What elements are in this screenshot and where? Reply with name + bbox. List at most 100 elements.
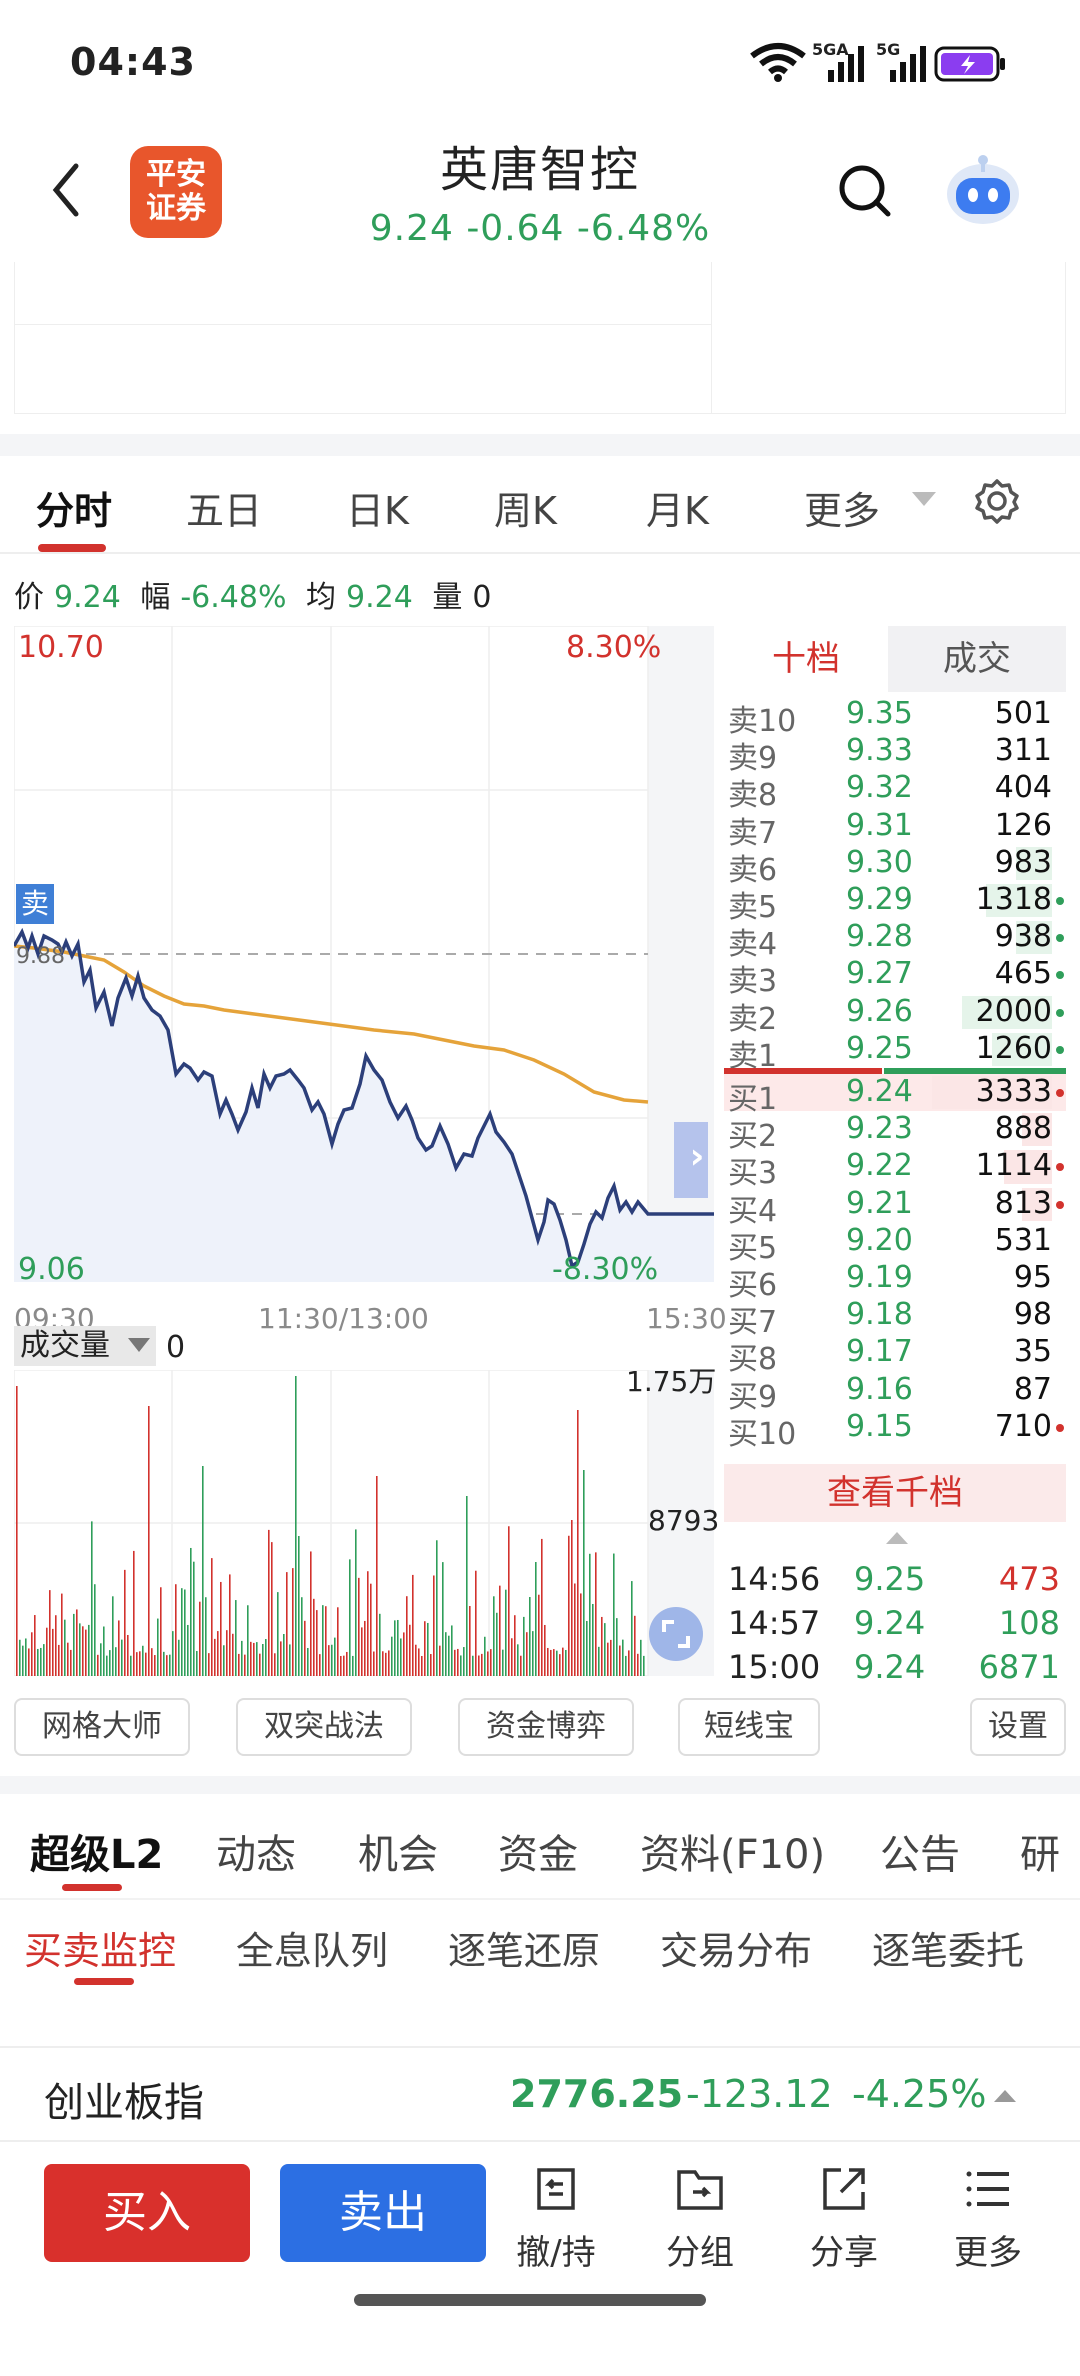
sell-level-row[interactable]: 卖4 9.28 938 <box>724 919 1066 962</box>
buy-level-price: 9.17 <box>846 1334 913 1370</box>
robot-assistant-icon[interactable] <box>940 152 1026 228</box>
chevron-down-icon <box>128 1338 150 1352</box>
tab-intraday[interactable]: 分时 <box>36 480 112 535</box>
tab-weekly-k[interactable]: 周K <box>494 480 557 535</box>
short-term-button[interactable]: 短线宝 <box>678 1698 820 1756</box>
sell-level-row[interactable]: 卖1 9.25 1260 <box>724 1031 1066 1074</box>
sell-level-qty: 501 <box>994 696 1052 731</box>
double-breakout-button[interactable]: 双突战法 <box>236 1698 412 1756</box>
tools-settings-button[interactable]: 设置 <box>970 1698 1066 1756</box>
volume-bar <box>40 1647 42 1676</box>
tab-dynamics[interactable]: 动态 <box>216 1822 296 1880</box>
subtab-tick-replay[interactable]: 逐笔还原 <box>448 1920 600 1975</box>
subtab-trade-distribution[interactable]: 交易分布 <box>660 1920 812 1975</box>
volume-bar <box>148 1406 150 1676</box>
trade-qty: 6871 <box>978 1648 1060 1686</box>
subtab-order-queue[interactable]: 全息队列 <box>236 1920 388 1975</box>
volume-bar <box>448 1635 450 1676</box>
volume-bar <box>31 1632 33 1676</box>
tab-trades[interactable]: 成交 <box>888 626 1066 692</box>
tab-announcements[interactable]: 公告 <box>880 1822 960 1880</box>
buy-level-row[interactable]: 买10 9.15 710 <box>724 1408 1066 1452</box>
volume-bar <box>337 1607 339 1676</box>
collapse-up-icon[interactable] <box>886 1530 908 1546</box>
buy-level-row[interactable]: 买5 9.20 531 <box>724 1223 1066 1266</box>
volume-bar <box>553 1649 555 1676</box>
expand-arrow-icon[interactable]: › <box>680 1136 714 1177</box>
buy-level-row[interactable]: 买2 9.23 888 <box>724 1111 1066 1154</box>
volume-bar <box>277 1592 279 1676</box>
tab-research[interactable]: 研 <box>1020 1822 1060 1880</box>
sell-level-qty: 2000 <box>975 993 1052 1029</box>
x-axis-mid: 11:30/13:00 <box>258 1302 429 1335</box>
buy-level-row[interactable]: 买7 9.18 98 <box>724 1297 1066 1340</box>
cancel-hold-button[interactable]: 撤/持 <box>506 2164 606 2274</box>
buy-level-row[interactable]: 买3 9.22 1114 <box>724 1148 1066 1191</box>
buy-level-row[interactable]: 买1 9.24 3333 <box>724 1074 1066 1117</box>
tab-five-day[interactable]: 五日 <box>186 480 262 535</box>
capital-game-button[interactable]: 资金博弈 <box>458 1698 634 1756</box>
volume-bar <box>298 1536 300 1676</box>
index-ticker[interactable]: 创业板指 2776.25 -123.12 -4.25% <box>0 2046 1080 2142</box>
back-icon[interactable] <box>46 160 86 220</box>
buy-level-row[interactable]: 买8 9.17 35 <box>724 1334 1066 1377</box>
volume-bar <box>568 1535 570 1676</box>
volume-selector[interactable]: 成交量 <box>14 1326 156 1366</box>
sell-level-price: 9.26 <box>846 993 913 1029</box>
volume-bar <box>544 1624 546 1676</box>
tab-super-l2[interactable]: 超级L2 <box>30 1822 163 1880</box>
volume-bar <box>334 1637 336 1676</box>
chevron-down-icon[interactable] <box>910 490 938 510</box>
sell-level-row[interactable]: 卖8 9.32 404 <box>724 770 1066 813</box>
tab-opportunity[interactable]: 机会 <box>358 1822 438 1880</box>
sell-level-row[interactable]: 卖6 9.30 983 <box>724 845 1066 888</box>
y-axis-bottom-pct: -8.30% <box>552 1252 659 1287</box>
tab-f10[interactable]: 资料(F10) <box>640 1822 825 1880</box>
sell-marker[interactable]: 卖 <box>16 884 54 924</box>
tab-ten-levels[interactable]: 十档 <box>724 626 888 692</box>
volume-bar <box>400 1638 402 1676</box>
subtab-bid-ask-monitor[interactable]: 买卖监控 <box>24 1920 176 1975</box>
sell-level-row[interactable]: 卖10 9.35 501 <box>724 696 1066 739</box>
buy-level-row[interactable]: 买9 9.16 87 <box>724 1372 1066 1415</box>
volume-bar <box>166 1655 168 1676</box>
tab-monthly-k[interactable]: 月K <box>646 480 709 535</box>
sell-level-row[interactable]: 卖5 9.29 1318 <box>724 882 1066 925</box>
home-indicator[interactable] <box>354 2294 706 2306</box>
buy-level-qty: 710 <box>994 1408 1052 1444</box>
volume-bar <box>550 1649 552 1676</box>
tab-capital[interactable]: 资金 <box>498 1822 578 1880</box>
gear-icon[interactable] <box>974 478 1020 524</box>
more-button[interactable]: 更多 <box>938 2164 1038 2274</box>
sell-button[interactable]: 卖出 <box>280 2164 486 2262</box>
expand-up-icon[interactable] <box>994 2088 1016 2104</box>
group-button[interactable]: 分组 <box>650 2164 750 2274</box>
subtab-tick-orders[interactable]: 逐笔委托 <box>872 1920 1024 1975</box>
intraday-chart[interactable] <box>14 626 714 1282</box>
grid-master-button[interactable]: 网格大师 <box>14 1698 190 1756</box>
sell-level-row[interactable]: 卖3 9.27 465 <box>724 956 1066 999</box>
trade-price: 9.24 <box>854 1648 926 1686</box>
tab-daily-k[interactable]: 日K <box>346 480 409 535</box>
buy-level-row[interactable]: 买6 9.19 95 <box>724 1260 1066 1303</box>
volume-chart[interactable] <box>14 1370 714 1676</box>
tab-more[interactable]: 更多 <box>804 480 880 535</box>
buy-level-qty: 95 <box>1013 1260 1052 1295</box>
volume-bar <box>94 1584 96 1676</box>
sell-level-row[interactable]: 卖2 9.26 2000 <box>724 993 1066 1037</box>
volume-bar <box>268 1529 270 1676</box>
volume-bar <box>280 1641 282 1676</box>
volume-bar <box>88 1624 90 1676</box>
buy-level-row[interactable]: 买4 9.21 813 <box>724 1186 1066 1229</box>
volume-bar <box>490 1649 492 1676</box>
sell-level-row[interactable]: 卖7 9.31 126 <box>724 808 1066 851</box>
volume-bar <box>316 1610 318 1676</box>
fullscreen-icon[interactable] <box>648 1606 704 1662</box>
buy-button[interactable]: 买入 <box>44 2164 250 2262</box>
volume-bar <box>589 1553 591 1676</box>
view-thousand-levels-button[interactable]: 查看千档 <box>724 1464 1066 1522</box>
broker-logo[interactable]: 平安 证券 <box>130 146 222 238</box>
sell-level-row[interactable]: 卖9 9.33 311 <box>724 733 1066 776</box>
share-button[interactable]: 分享 <box>794 2164 894 2274</box>
search-icon[interactable] <box>838 164 892 218</box>
